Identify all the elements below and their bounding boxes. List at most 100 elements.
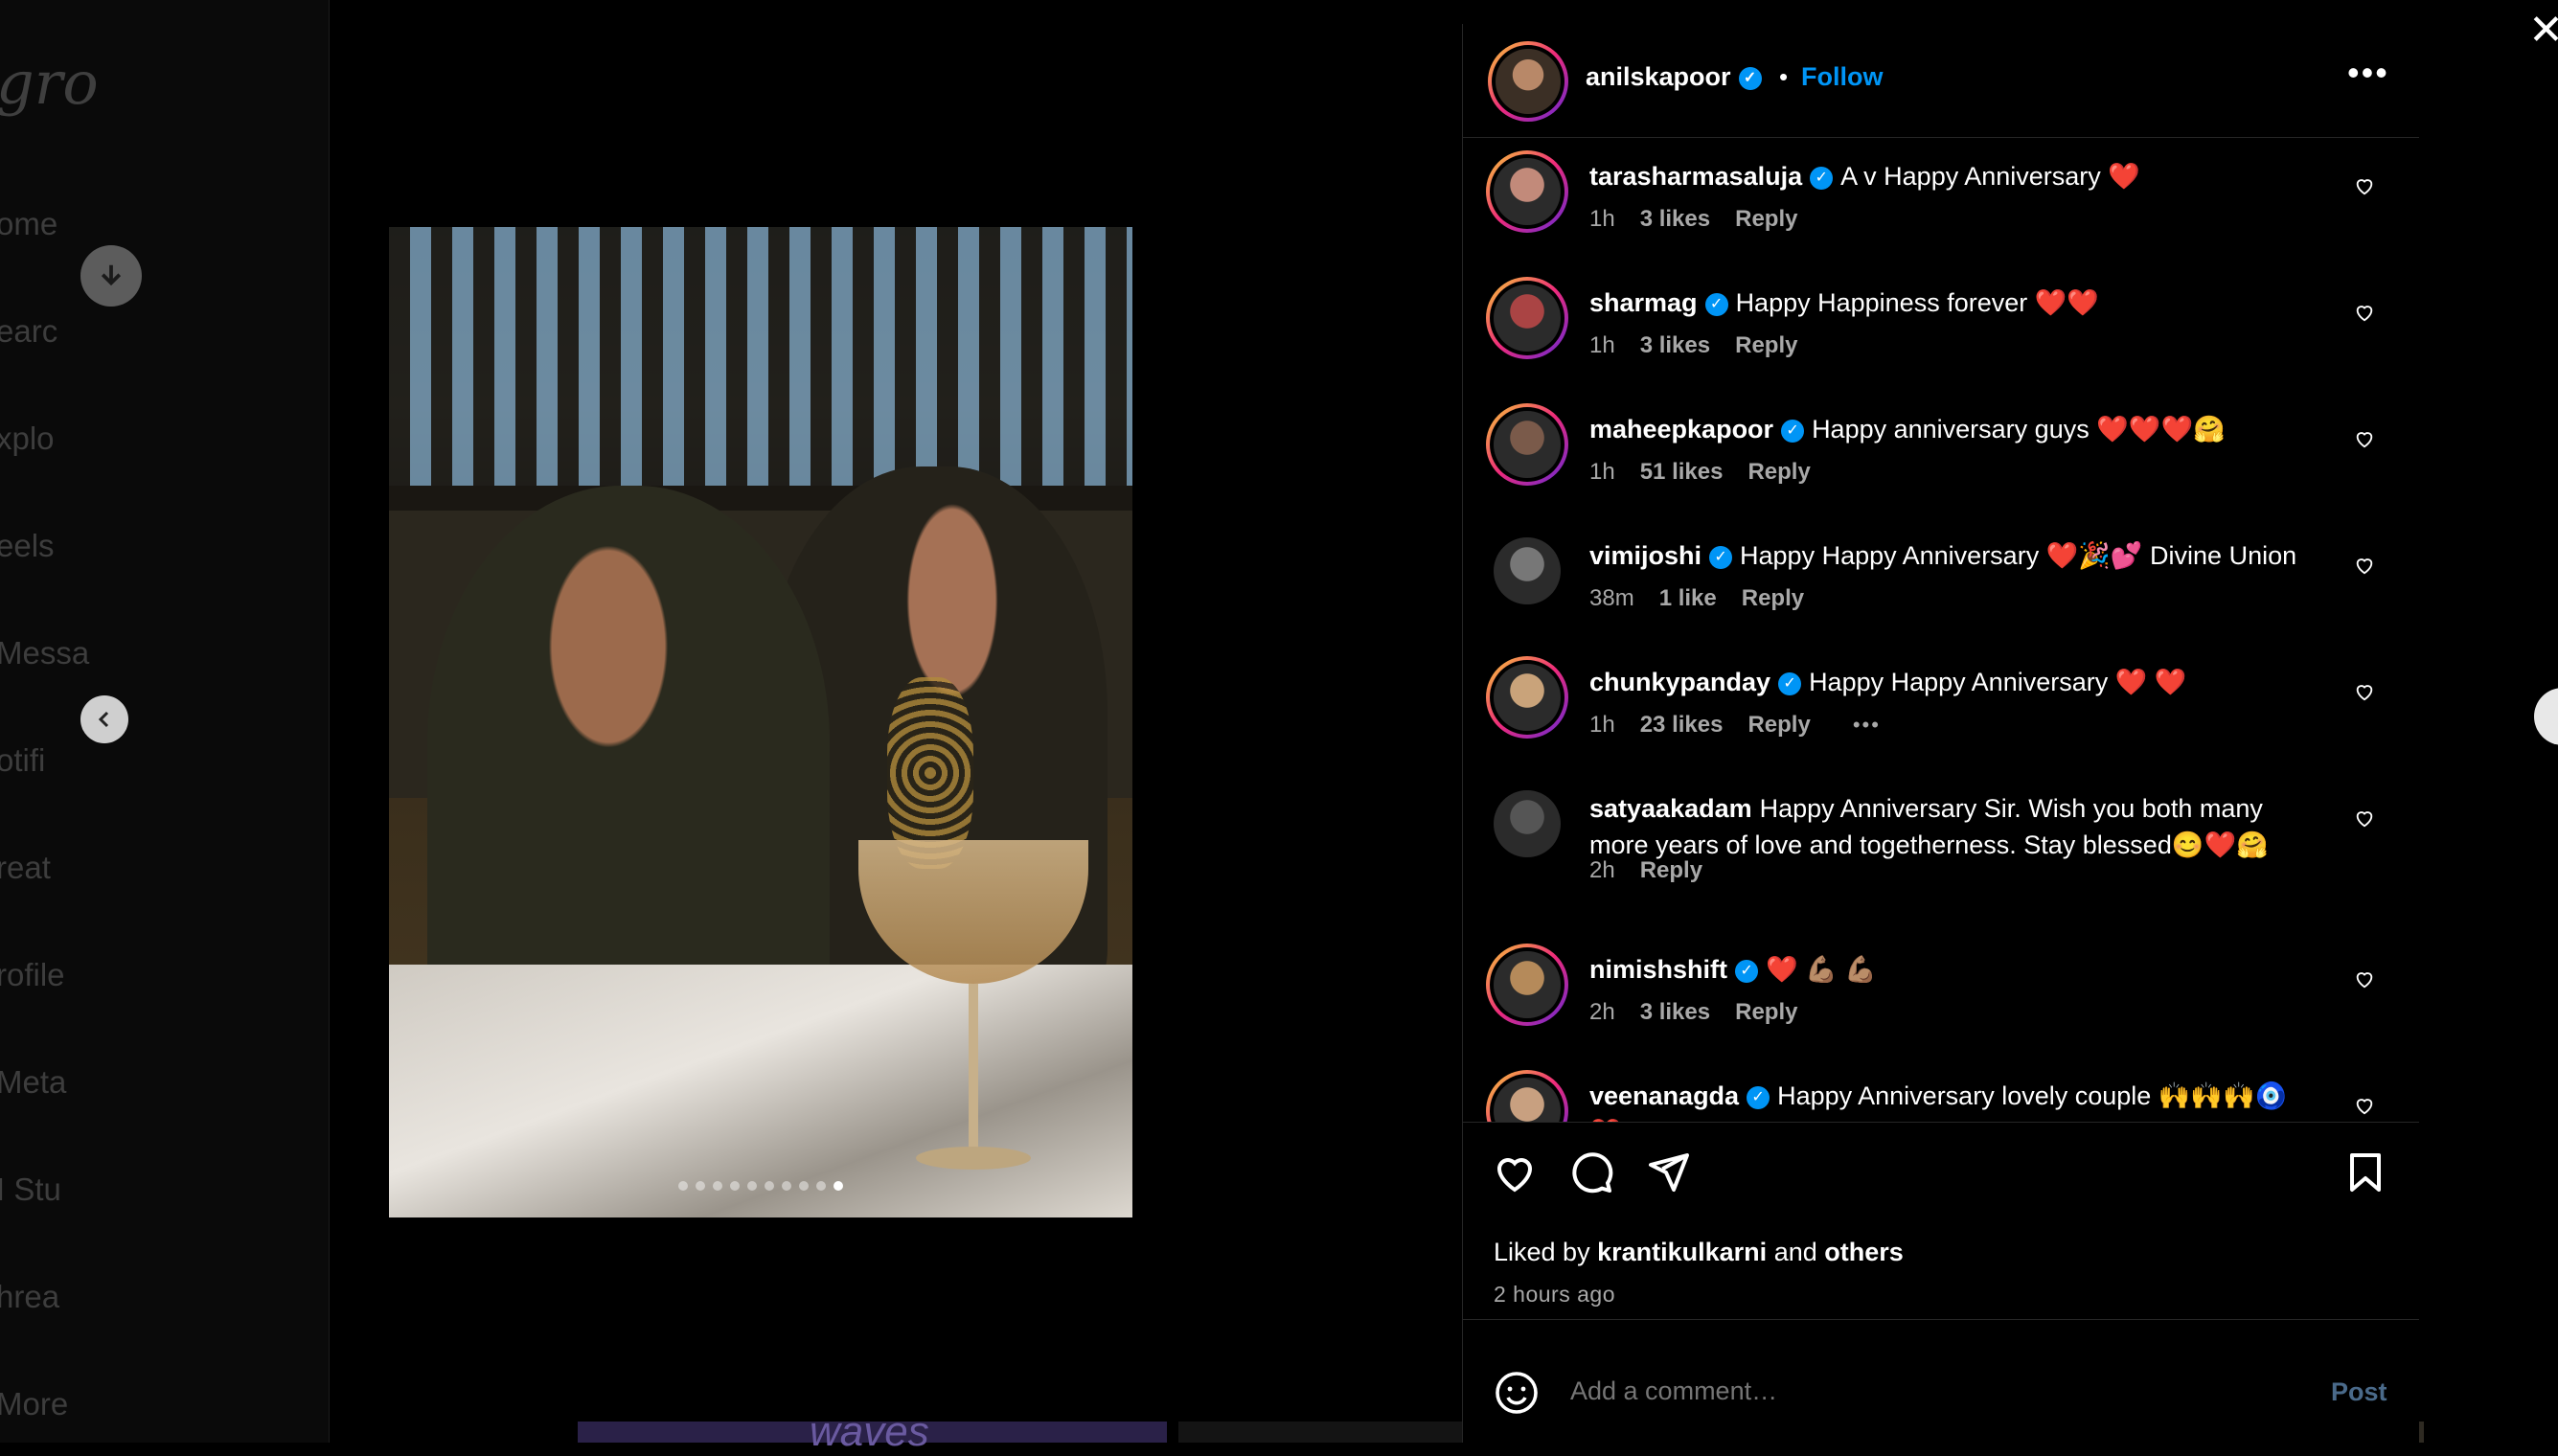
comment-row: nimishshift ✓ ❤️ 💪🏽 💪🏽 2h 3 likes Reply (1463, 934, 2419, 1058)
comment-time: 1h (1589, 712, 1615, 738)
post-photo[interactable] (389, 227, 1132, 1217)
commenter-username[interactable]: maheepkapoor (1589, 415, 1773, 444)
commenter-avatar[interactable] (1486, 944, 1568, 1026)
commenter-avatar[interactable] (1486, 277, 1568, 359)
carousel-dot (678, 1181, 688, 1191)
nav-profile: rofile (0, 957, 65, 992)
nav-ai-studio: I Stu (0, 1172, 61, 1207)
comment-like-icon[interactable] (2354, 302, 2375, 323)
comment-like-icon[interactable] (2354, 555, 2375, 576)
verified-badge-icon: ✓ (1810, 166, 1834, 190)
commenter-username[interactable]: vimijoshi (1589, 541, 1702, 570)
liked-by: Liked by krantikulkarni and others (1494, 1238, 1904, 1266)
comment-likes[interactable]: 3 likes (1640, 999, 1710, 1025)
reply-button[interactable]: Reply (1640, 857, 1702, 883)
nav-explore: xplo (0, 421, 55, 456)
verified-badge-icon: ✓ (1738, 66, 1762, 90)
commenter-username[interactable]: chunkypanday (1589, 668, 1770, 696)
carousel-dot (747, 1181, 757, 1191)
nav-search: earc (0, 313, 58, 349)
commenter-avatar[interactable] (1486, 150, 1568, 233)
verified-badge-icon: ✓ (1704, 292, 1728, 316)
carousel-indicator (389, 1181, 1132, 1191)
commenter-avatar[interactable] (1486, 403, 1568, 486)
commenter-username[interactable]: tarasharmasaluja (1589, 162, 1802, 191)
add-comment-bar: Post (1463, 1319, 2419, 1445)
reply-button[interactable]: Reply (1747, 712, 1810, 738)
commenter-avatar[interactable] (1486, 656, 1568, 739)
follow-button[interactable]: Follow (1801, 62, 1883, 92)
next-post-button[interactable] (2534, 688, 2558, 745)
commenter-username[interactable]: nimishshift (1589, 955, 1727, 984)
download-button[interactable] (80, 245, 142, 307)
comment-row: sharmag ✓ Happy Happiness forever ❤️❤️ 1h 3 … (1463, 267, 2419, 392)
verified-badge-icon: ✓ (1735, 959, 1759, 983)
background-thumbnail-text: waves (810, 1408, 929, 1455)
comment-row: tarasharmasaluja ✓ A v Happy Anniversary ❤… (1463, 141, 2419, 265)
comment-more-icon[interactable]: ••• (1853, 713, 1881, 737)
comments-list[interactable]: tarasharmasaluja ✓ A v Happy Anniversary ❤… (1463, 141, 2419, 1122)
comment-time: 2h (1589, 857, 1615, 883)
author-username[interactable]: anilskapoor ✓ (1586, 62, 1762, 92)
commenter-avatar[interactable] (1486, 530, 1568, 612)
reply-button[interactable]: Reply (1742, 585, 1804, 611)
comment-like-icon[interactable] (2354, 1095, 2375, 1116)
chevron-left-icon (98, 711, 109, 728)
reply-button[interactable]: Reply (1735, 999, 1797, 1025)
comment-row: satyaakadam Happy Anniversary Sir. Wish y… (1463, 773, 2419, 898)
bookmark-icon[interactable] (2342, 1149, 2388, 1195)
carousel-dot (782, 1181, 791, 1191)
comment-meta: 2h 3 likes Reply (1589, 999, 1822, 1026)
comment-row: chunkypanday ✓ Happy Happy Anniversary ❤️ … (1463, 647, 2419, 771)
like-icon[interactable] (1492, 1149, 1538, 1195)
post-comment-button[interactable]: Post (2331, 1377, 2387, 1407)
reply-button[interactable]: Reply (1735, 206, 1797, 232)
comment-like-icon[interactable] (2354, 968, 2375, 990)
comment-input[interactable] (1568, 1376, 2243, 1407)
author-avatar[interactable] (1488, 41, 1568, 122)
comment-body: Happy Happy Anniversary ❤️🎉💕 Divine Unio… (1740, 541, 2297, 570)
comment-row: veenanagda ✓ Happy Anniversary lovely coup… (1463, 1060, 2419, 1122)
verified-badge-icon: ✓ (1747, 1085, 1770, 1109)
photo-person-man (427, 486, 830, 1022)
carousel-dot (799, 1181, 809, 1191)
comment-text: tarasharmasaluja ✓ A v Happy Anniversary ❤… (1589, 158, 2318, 194)
comment-likes[interactable]: 1 like (1659, 585, 1717, 611)
liked-by-others[interactable]: others (1824, 1238, 1904, 1266)
commenter-username[interactable]: satyaakadam (1589, 794, 1752, 823)
carousel-dot (730, 1181, 740, 1191)
comment-text: maheepkapoor ✓ Happy anniversary guys ❤️❤️… (1589, 411, 2318, 447)
photo-railing (389, 227, 1132, 486)
carousel-dot (834, 1181, 843, 1191)
previous-post-button[interactable] (80, 695, 128, 743)
share-icon[interactable] (1645, 1149, 1691, 1195)
commenter-avatar[interactable] (1486, 1070, 1568, 1122)
comment-text: vimijoshi ✓ Happy Happy Anniversary ❤️🎉💕 D… (1589, 537, 2318, 574)
reply-button[interactable]: Reply (1735, 332, 1797, 358)
commenter-username[interactable]: sharmag (1589, 288, 1698, 317)
instagram-logo: gro (0, 48, 99, 118)
reply-button[interactable]: Reply (1747, 459, 1810, 485)
comment-likes[interactable]: 3 likes (1640, 332, 1710, 358)
liked-by-user[interactable]: krantikulkarni (1597, 1238, 1767, 1266)
commenter-username[interactable]: veenanagda (1589, 1081, 1739, 1110)
verified-badge-icon: ✓ (1778, 671, 1802, 695)
nav-home: ome (0, 206, 58, 241)
comment-text: chunkypanday ✓ Happy Happy Anniversary ❤️ … (1589, 664, 2318, 700)
comment-like-icon[interactable] (2354, 808, 2375, 829)
close-icon[interactable]: ✕ (2528, 6, 2558, 55)
separator-dot: • (1779, 62, 1789, 91)
commenter-avatar[interactable] (1486, 783, 1568, 865)
comment-likes[interactable]: 23 likes (1640, 712, 1724, 738)
comment-icon[interactable] (1568, 1149, 1614, 1195)
comment-meta: 1h 3 likes Reply (1589, 206, 1822, 233)
verified-badge-icon: ✓ (1781, 419, 1805, 443)
comment-like-icon[interactable] (2354, 681, 2375, 702)
more-options-icon[interactable]: ••• (2347, 53, 2389, 93)
comment-time: 1h (1589, 459, 1615, 485)
emoji-icon[interactable] (1494, 1370, 1540, 1416)
comment-likes[interactable]: 51 likes (1640, 459, 1724, 485)
comment-like-icon[interactable] (2354, 175, 2375, 196)
comment-like-icon[interactable] (2354, 428, 2375, 449)
comment-likes[interactable]: 3 likes (1640, 206, 1710, 232)
